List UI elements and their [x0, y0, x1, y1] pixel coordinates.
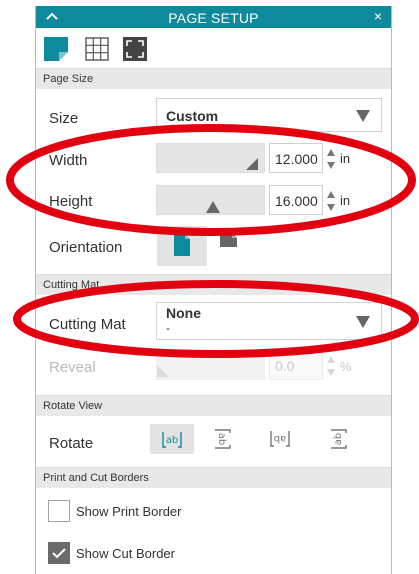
title-bar: PAGE SETUP × — [36, 6, 391, 28]
rotate-270-button[interactable]: ab — [316, 424, 360, 454]
rotate-180-icon: ab — [270, 431, 290, 447]
portrait-button[interactable] — [157, 226, 207, 266]
svg-text:ab: ab — [274, 433, 286, 444]
cutting-mat-label: Cutting Mat — [49, 316, 126, 333]
reveal-slider — [156, 350, 265, 380]
section-page-size: Page Size — [36, 68, 391, 89]
rotate-180-button[interactable]: ab — [258, 424, 302, 454]
section-rotate-view: Rotate View — [36, 395, 391, 416]
show-cut-border-label[interactable]: Show Cut Border — [76, 546, 175, 561]
cutting-mat-dropdown[interactable]: None - — [156, 302, 382, 340]
portrait-page-icon — [174, 234, 190, 256]
size-value: Custom — [166, 108, 219, 124]
rotate-0-button[interactable]: ab — [150, 424, 194, 454]
svg-text:ab: ab — [166, 435, 178, 446]
height-unit: in — [340, 193, 351, 208]
orientation-label: Orientation — [49, 239, 123, 256]
chevron-down-icon — [356, 316, 370, 328]
width-spinner[interactable] — [326, 148, 336, 170]
reveal-unit: % — [340, 359, 352, 374]
size-dropdown[interactable]: Custom — [156, 98, 382, 132]
height-slider[interactable] — [156, 185, 265, 215]
grid-icon[interactable] — [85, 37, 109, 61]
slider-thumb[interactable] — [206, 201, 220, 213]
show-cut-border-checkbox[interactable] — [48, 542, 70, 564]
width-input[interactable]: 12.000 — [269, 143, 323, 173]
size-label: Size — [49, 110, 79, 127]
page-setup-panel: PAGE SETUP × Page Size Size Custom Width — [35, 6, 392, 574]
section-print-cut-borders: Print and Cut Borders — [36, 467, 391, 488]
rotate-90-icon: ab — [215, 429, 231, 449]
svg-text:ab: ab — [333, 433, 344, 445]
rotate-0-icon: ab — [162, 432, 182, 448]
page-setup-icon[interactable] — [44, 37, 68, 61]
rotate-270-icon: ab — [331, 429, 347, 449]
height-spinner[interactable] — [326, 190, 336, 212]
landscape-button[interactable] — [210, 226, 260, 266]
bleed-icon[interactable] — [123, 37, 147, 61]
panel-tabs — [36, 28, 391, 72]
height-label: Height — [49, 193, 93, 210]
show-print-border-label[interactable]: Show Print Border — [76, 504, 182, 519]
cutting-mat-value: None — [166, 305, 201, 321]
reveal-spinner — [327, 356, 335, 376]
chevron-down-icon — [356, 110, 370, 122]
checkmark-icon — [52, 548, 66, 559]
slider-thumb[interactable] — [246, 158, 260, 170]
landscape-page-icon — [220, 233, 237, 247]
svg-text:ab: ab — [216, 433, 227, 445]
rotate-90-button[interactable]: ab — [200, 424, 244, 454]
reveal-label: Reveal — [49, 359, 96, 376]
slider-thumb — [157, 365, 169, 377]
width-slider[interactable] — [156, 143, 265, 173]
height-input[interactable]: 16.000 — [269, 185, 323, 215]
close-icon[interactable]: × — [371, 7, 385, 25]
width-label: Width — [49, 152, 88, 169]
rotate-label: Rotate — [49, 435, 94, 452]
width-unit: in — [340, 151, 351, 166]
show-print-border-checkbox[interactable] — [48, 500, 70, 522]
section-cutting-mat: Cutting Mat — [36, 274, 391, 295]
panel-title: PAGE SETUP — [168, 10, 259, 26]
reveal-input: 0.0 — [269, 350, 323, 380]
cutting-mat-subvalue: - — [166, 321, 170, 335]
